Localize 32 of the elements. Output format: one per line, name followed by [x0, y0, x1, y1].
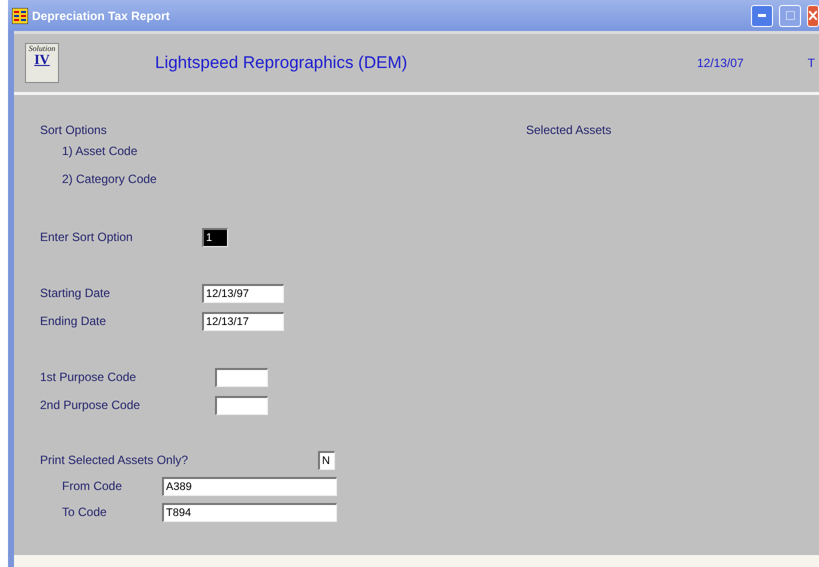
maximize-button[interactable]	[779, 4, 801, 26]
maximize-icon	[786, 11, 794, 20]
selected-assets-heading: Selected Assets	[526, 123, 612, 137]
sort-options-heading: Sort Options	[40, 123, 108, 137]
input-field[interactable]: T894	[162, 502, 337, 522]
field-label: From Code	[62, 479, 124, 493]
sort-option: 1) Asset Code	[62, 144, 138, 158]
input-field[interactable]: A389	[162, 476, 337, 496]
close-icon	[809, 11, 817, 20]
logo: Solution IV	[25, 43, 59, 83]
field-label: 1st Purpose Code	[40, 370, 138, 384]
input-field[interactable]: N	[318, 450, 335, 470]
minimize-icon	[758, 14, 766, 17]
input-field[interactable]	[215, 396, 268, 414]
close-button[interactable]	[807, 4, 819, 26]
header-date: 12/13/07	[696, 56, 744, 70]
minimize-button[interactable]	[751, 4, 773, 26]
field-label: Ending Date	[40, 314, 108, 328]
field-label: Starting Date	[40, 286, 112, 300]
input-field[interactable]: 1	[202, 228, 228, 246]
company-name: Lightspeed Reprographics (DEM)	[155, 53, 408, 73]
sort-option: 2) Category Code	[62, 172, 157, 186]
field-label: Print Selected Assets Only?	[40, 453, 190, 467]
input-field[interactable]: 12/13/97	[202, 284, 284, 302]
input-field[interactable]	[215, 368, 268, 386]
field-label: Enter Sort Option	[40, 230, 134, 244]
field-label: 2nd Purpose Code	[40, 398, 142, 412]
app-icon	[12, 8, 28, 24]
user-id: T	[808, 56, 815, 70]
window-title: Depreciation Tax Report	[32, 8, 170, 22]
input-field[interactable]: 12/13/17	[202, 312, 284, 330]
field-label: To Code	[62, 505, 108, 519]
